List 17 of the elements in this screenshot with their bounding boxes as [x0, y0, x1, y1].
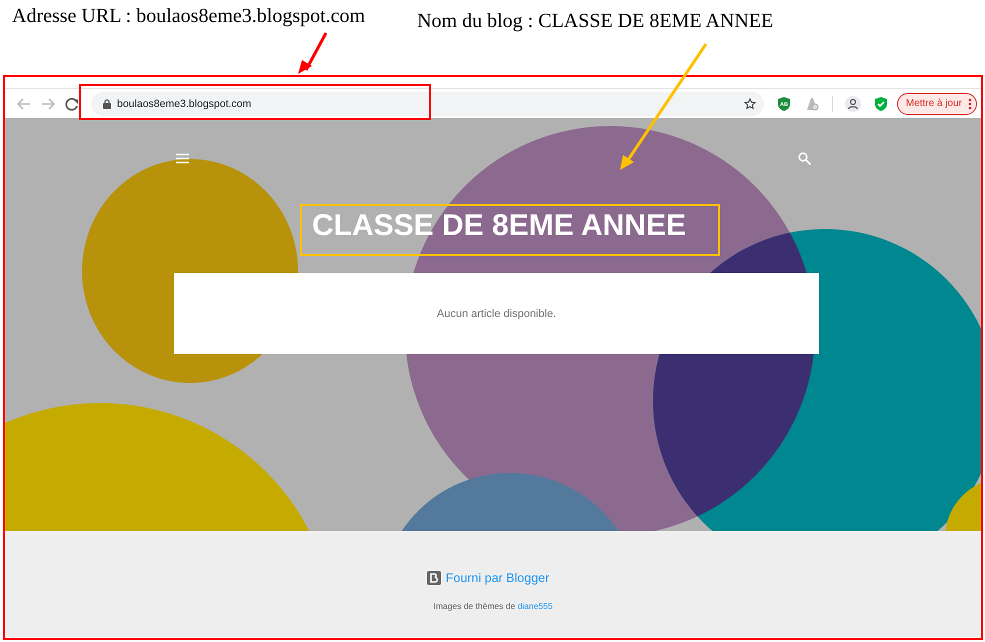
- annotation-caption: Adresse URL : boulaos8eme3.blogspot.com: [12, 5, 366, 27]
- annotation-caption: Nom du blog : CLASSE DE 8EME ANNEE: [417, 10, 774, 32]
- more-icon: [968, 98, 972, 110]
- blog-title[interactable]: CLASSE DE 8EME ANNEE: [312, 209, 686, 243]
- empty-message: Aucun article disponible.: [436, 308, 556, 320]
- address-bar[interactable]: boulaos8eme3.blogspot.com: [91, 92, 764, 116]
- theme-credit: Images de thèmes de diane555: [433, 601, 553, 611]
- blogger-link[interactable]: Fourni par Blogger: [426, 571, 550, 585]
- star-icon[interactable]: [744, 98, 756, 110]
- search-icon[interactable]: [798, 152, 811, 164]
- update-button[interactable]: Mettre à jour: [896, 92, 977, 114]
- blogger-icon: [426, 571, 441, 585]
- lock-icon: [103, 98, 111, 108]
- profile-icon[interactable]: [844, 96, 861, 112]
- shield-check-icon[interactable]: [872, 96, 889, 112]
- author-link[interactable]: diane555: [518, 601, 553, 611]
- menu-icon[interactable]: [176, 152, 189, 164]
